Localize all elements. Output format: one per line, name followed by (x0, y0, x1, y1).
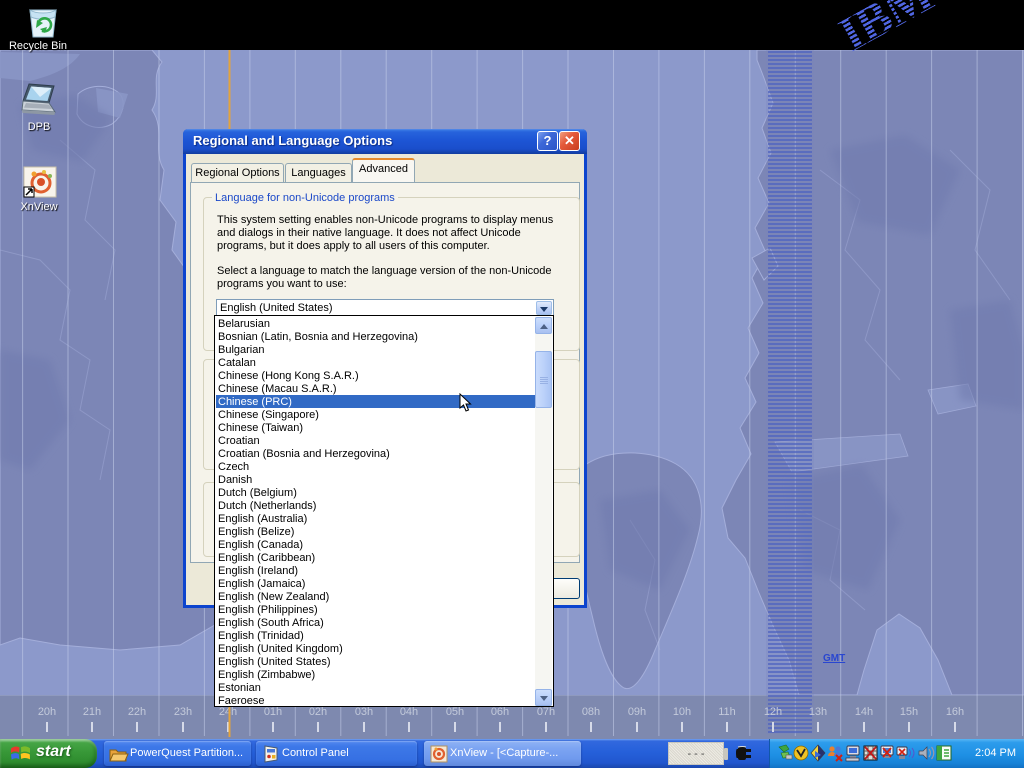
svg-text:09h: 09h (628, 706, 646, 718)
svg-text:11h: 11h (718, 706, 736, 718)
svg-text:10h: 10h (673, 706, 691, 718)
svg-text:16h: 16h (946, 706, 964, 718)
svg-text:07h: 07h (537, 706, 555, 718)
svg-text:04h: 04h (400, 706, 418, 718)
svg-text:15h: 15h (900, 706, 918, 718)
svg-text:06h: 06h (491, 706, 509, 718)
svg-text:02h: 02h (309, 706, 327, 718)
svg-text:05h: 05h (446, 706, 464, 718)
svg-text:03h: 03h (355, 706, 373, 718)
svg-text:13h: 13h (809, 706, 827, 718)
svg-text:21h: 21h (83, 706, 101, 718)
svg-text:22h: 22h (128, 706, 146, 718)
svg-text:01h: 01h (264, 706, 282, 718)
svg-text:08h: 08h (582, 706, 600, 718)
svg-text:GMT: GMT (823, 653, 845, 664)
svg-text:12h: 12h (764, 706, 782, 718)
svg-text:23h: 23h (174, 706, 192, 718)
svg-text:14h: 14h (855, 706, 873, 718)
svg-text:24h: 24h (219, 706, 237, 718)
svg-text:20h: 20h (38, 706, 56, 718)
